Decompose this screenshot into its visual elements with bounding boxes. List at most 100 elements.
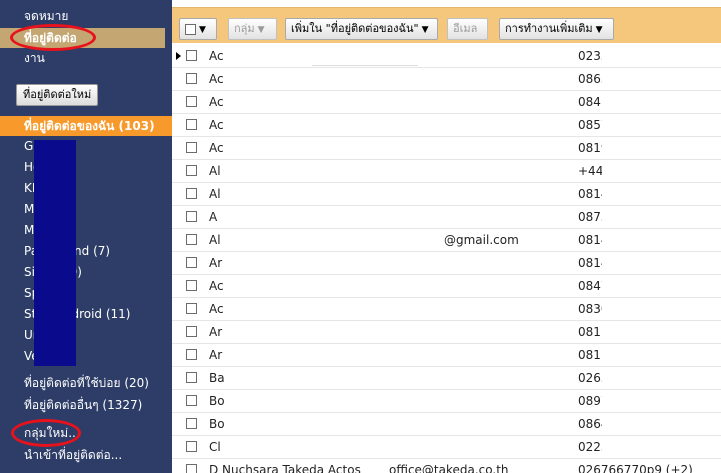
row-checkbox[interactable] — [186, 326, 197, 337]
nav-tasks[interactable]: งาน — [0, 48, 165, 68]
contact-phone: 0847 — [578, 279, 602, 293]
contact-row[interactable]: Ac 0819 — [172, 137, 721, 160]
contact-phone: 0897 — [578, 394, 602, 408]
contact-name: Al — [209, 233, 221, 247]
contact-name: Ac — [209, 118, 224, 132]
import-contacts-link[interactable]: นำเข้าที่อยู่ติดต่อ... — [24, 445, 122, 465]
contact-row[interactable]: Cl 0223 — [172, 436, 721, 459]
contact-row[interactable]: Bo 0897 — [172, 390, 721, 413]
contact-phone: 0811 — [578, 325, 602, 339]
contact-row[interactable]: Al @gmail.com 0814 — [172, 229, 721, 252]
contact-phone: 0830 — [578, 302, 602, 316]
row-checkbox[interactable] — [186, 372, 197, 383]
chevron-down-icon: ▼ — [257, 25, 265, 35]
contact-phone: 0857 — [578, 118, 602, 132]
contact-name: Ba — [209, 371, 225, 385]
row-checkbox[interactable] — [186, 188, 197, 199]
contact-phone: 0863 — [578, 72, 602, 86]
select-all-checkbox[interactable] — [185, 23, 196, 35]
contact-phone: 0265 — [578, 371, 602, 385]
sidebar: จดหมาย ที่อยู่ติดต่อ งาน ที่อยู่ติดต่อให… — [0, 0, 172, 473]
row-checkbox[interactable] — [186, 211, 197, 222]
contact-phone: 026766770p9 (+2) — [578, 463, 693, 473]
contact-name: Ac — [209, 49, 224, 63]
contact-row[interactable]: Ac 0847 — [172, 275, 721, 298]
contact-row[interactable]: A 0873 — [172, 206, 721, 229]
contact-phone: 0814 — [578, 187, 602, 201]
row-checkbox[interactable] — [186, 303, 197, 314]
redacted-line — [312, 65, 418, 66]
contact-row[interactable]: Ac 0857 — [172, 114, 721, 137]
nav-mail[interactable]: จดหมาย — [0, 6, 165, 26]
contacts-main: ▼ กลุ่ม ▼ เพิ่มใน "ที่อยู่ติดต่อของฉัน" ▼ … — [172, 0, 721, 473]
contact-name: A — [209, 210, 218, 224]
row-checkbox[interactable] — [186, 349, 197, 360]
new-contact-button[interactable]: ที่อยู่ติดต่อใหม่ — [16, 84, 99, 106]
group-button-label: กลุ่ม — [234, 22, 255, 35]
contact-row[interactable]: Ac 0235 — [172, 45, 721, 68]
add-to-label: เพิ่มใน "ที่อยู่ติดต่อของฉัน" — [291, 22, 419, 35]
other-contacts-link[interactable]: ที่อยู่ติดต่ออื่นๆ (1327) — [24, 395, 142, 415]
contact-row[interactable]: Ar 0811 — [172, 321, 721, 344]
contact-phone: +447 — [578, 164, 602, 178]
row-checkbox[interactable] — [186, 395, 197, 406]
contact-email: @gmail.com — [444, 233, 519, 247]
row-checkbox[interactable] — [186, 257, 197, 268]
contact-row[interactable]: Ar 0814 — [172, 252, 721, 275]
chevron-down-icon: ▼ — [595, 25, 603, 35]
contact-name: Ac — [209, 302, 224, 316]
chevron-down-icon: ▼ — [421, 25, 429, 35]
contact-row[interactable]: Ar 0811 — [172, 344, 721, 367]
row-checkbox[interactable] — [186, 73, 197, 84]
contact-email: office@takeda.co.th — [389, 463, 509, 473]
contact-phone: 0223 — [578, 440, 602, 454]
group-button[interactable]: กลุ่ม ▼ — [228, 18, 277, 40]
my-contacts-group[interactable]: ที่อยู่ติดต่อของฉัน (103) — [0, 116, 172, 136]
contact-name: Al — [209, 187, 221, 201]
row-checkbox[interactable] — [186, 142, 197, 153]
contact-row[interactable]: Ac 0863 — [172, 68, 721, 91]
more-actions-button[interactable]: การทำงานเพิ่มเติม ▼ — [499, 18, 614, 40]
contact-name: Ar — [209, 348, 223, 362]
contact-name: Ac — [209, 95, 224, 109]
contact-phone: 0841 — [578, 95, 602, 109]
row-checkbox[interactable] — [186, 119, 197, 130]
contact-phone: 0235 — [578, 49, 602, 63]
highlight-circle-new-group — [11, 419, 81, 447]
contact-row[interactable]: Ba 0265 — [172, 367, 721, 390]
contact-name: Ac — [209, 141, 224, 155]
contact-name: Ar — [209, 325, 223, 339]
row-checkbox[interactable] — [186, 234, 197, 245]
highlight-circle-contacts — [10, 24, 96, 51]
row-checkbox[interactable] — [186, 50, 197, 61]
contact-row[interactable]: D Nuchsara Takeda Actos office@takeda.co.… — [172, 459, 721, 473]
add-to-my-contacts-button[interactable]: เพิ่มใน "ที่อยู่ติดต่อของฉัน" ▼ — [285, 18, 438, 40]
contact-phone: 0814 — [578, 233, 602, 247]
contact-row[interactable]: Al +447 — [172, 160, 721, 183]
row-checkbox[interactable] — [186, 96, 197, 107]
redaction-block — [34, 140, 76, 366]
contact-name: Ar — [209, 256, 223, 270]
toolbar: ▼ กลุ่ม ▼ เพิ่มใน "ที่อยู่ติดต่อของฉัน" ▼ … — [172, 7, 721, 43]
contact-row[interactable]: Bo 0864 — [172, 413, 721, 436]
contact-name: D Nuchsara Takeda Actos — [209, 463, 361, 473]
row-checkbox[interactable] — [186, 464, 197, 473]
contact-name: Al — [209, 164, 221, 178]
contact-row[interactable]: Ac 0841 — [172, 91, 721, 114]
contact-name: Bo — [209, 417, 225, 431]
email-button[interactable]: อีเมล — [447, 18, 488, 40]
chevron-down-icon: ▼ — [199, 25, 206, 35]
contact-phone: 0873 — [578, 210, 602, 224]
contact-name: Bo — [209, 394, 225, 408]
row-checkbox[interactable] — [186, 280, 197, 291]
row-checkbox[interactable] — [186, 418, 197, 429]
frequent-contacts-link[interactable]: ที่อยู่ติดต่อที่ใช้บ่อย (20) — [24, 373, 149, 393]
contact-name: Ac — [209, 72, 224, 86]
contact-row[interactable]: Al 0814 — [172, 183, 721, 206]
row-checkbox[interactable] — [186, 441, 197, 452]
row-checkbox[interactable] — [186, 165, 197, 176]
contact-name: Ac — [209, 279, 224, 293]
contact-phone: 0811 — [578, 348, 602, 362]
contact-row[interactable]: Ac 0830 — [172, 298, 721, 321]
select-all-dropdown[interactable]: ▼ — [179, 18, 217, 40]
